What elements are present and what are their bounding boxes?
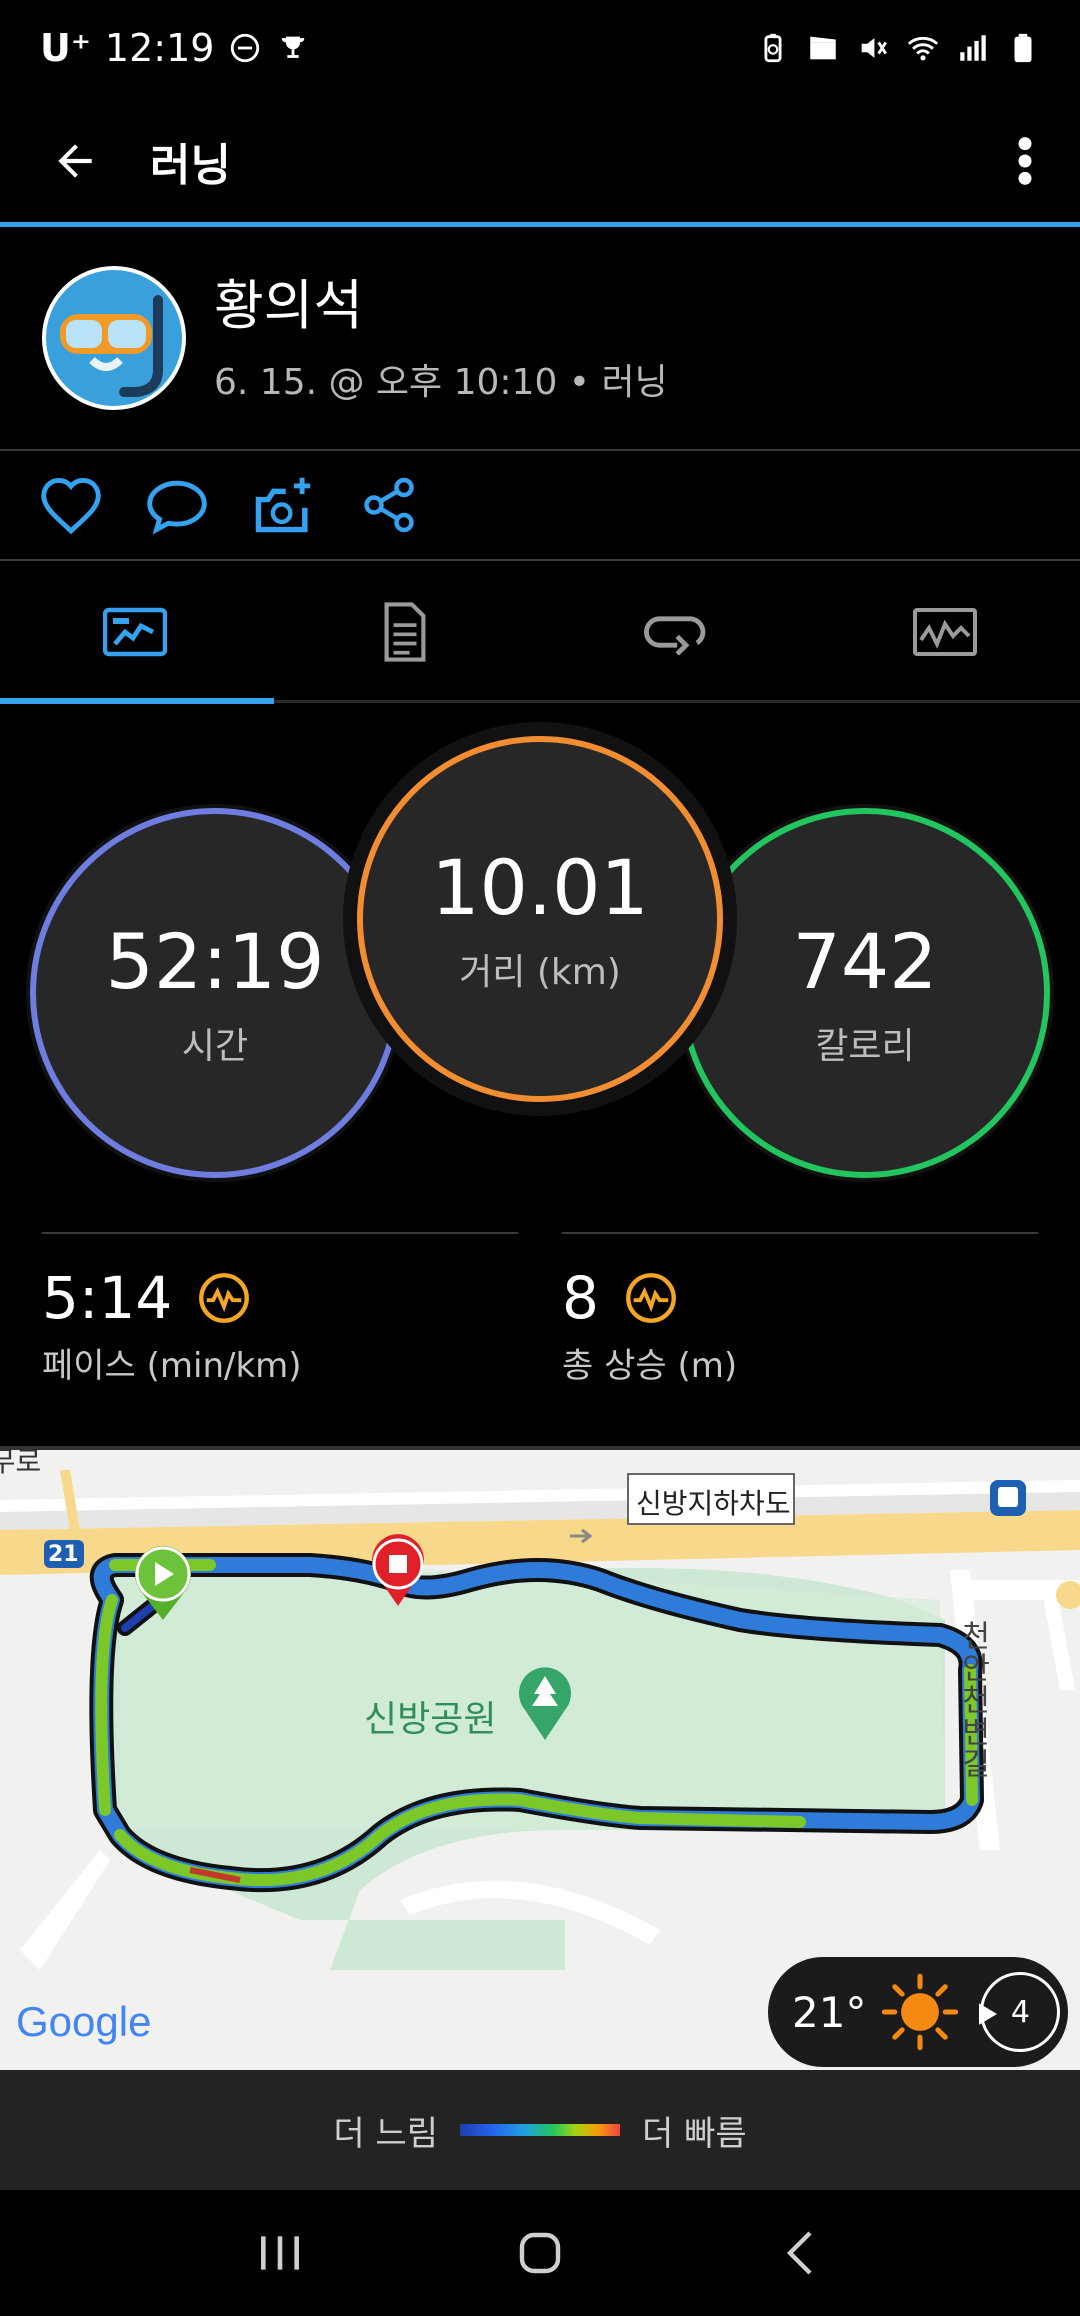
status-bar: U⁺ 12:19 [0, 0, 1080, 96]
clock: 12:19 [104, 26, 215, 70]
time-label: 시간 [181, 1026, 249, 1067]
home-icon [519, 2232, 561, 2274]
more-vert-icon [1018, 137, 1032, 185]
trophy-icon [282, 36, 305, 58]
wind-direction-icon [979, 2003, 998, 2025]
tab-charts[interactable] [810, 563, 1080, 700]
pace-legend: 더 느림 더 빠름 [0, 2070, 1080, 2190]
pace-label: 페이스 (min/km) [42, 1346, 302, 1386]
share-button[interactable] [356, 472, 422, 538]
carrier-label: U⁺ [40, 26, 91, 70]
share-icon [364, 477, 414, 533]
chevron-left-icon [786, 2231, 812, 2275]
more-options-button[interactable] [970, 96, 1080, 226]
overview-map-icon [103, 607, 167, 656]
distance-value: 10.01 [431, 843, 649, 932]
do-not-disturb-icon [231, 33, 260, 63]
user-name[interactable]: 황의석 [214, 271, 668, 341]
signal-icon [960, 35, 986, 61]
legend-faster-label: 더 빠름 [642, 2113, 747, 2154]
recent-apps-button[interactable] [235, 2213, 325, 2293]
activity-header: 황의석 6. 15. @ 오후 10:10 • 러닝 [0, 227, 1080, 451]
back-button[interactable] [0, 96, 150, 226]
elevation-pulse-icon[interactable] [625, 1272, 677, 1324]
recents-icon [261, 2236, 299, 2270]
tab-bar [0, 563, 1080, 703]
calories-label: 칼로리 [815, 1026, 915, 1067]
time-circle: 52:19 시간 [30, 808, 400, 1178]
mute-icon [861, 38, 887, 58]
comment-button[interactable] [144, 472, 210, 538]
tab-overview[interactable] [0, 563, 270, 700]
clapper-icon [810, 36, 836, 60]
app-bar: 러닝 [0, 96, 1080, 226]
camera-add-icon [255, 477, 311, 533]
tab-laps[interactable] [540, 563, 810, 700]
action-row [0, 451, 1080, 561]
document-icon [384, 601, 426, 662]
map-label-route-number: 21 [48, 1542, 79, 1567]
map-label-park: 신방공원 [364, 1699, 497, 1740]
weather-badge[interactable]: 21° 4 [768, 1957, 1068, 2067]
map-label-top-left-road: 충무로 [0, 1446, 42, 1478]
add-photo-button[interactable] [250, 472, 316, 538]
wind-indicator: 4 [979, 1972, 1061, 2052]
comment-icon [147, 480, 207, 535]
tab-indicator [0, 698, 274, 704]
home-button[interactable] [495, 2213, 585, 2293]
temperature-value: 21° [792, 1987, 867, 2037]
pace-pulse-icon[interactable] [198, 1272, 250, 1324]
bus-stop-icon[interactable] [990, 1480, 1026, 1516]
calories-circle: 742 칼로리 [680, 808, 1050, 1178]
wind-speed-value: 4 [1010, 1994, 1030, 2030]
pace-gradient-bar [460, 2124, 620, 2136]
distance-circle: 10.01 거리 (km) [357, 736, 723, 1102]
heart-icon [41, 477, 101, 535]
elevation-label: 총 상승 (m) [562, 1346, 738, 1386]
activity-date: 6. 15. @ 오후 10:10 • 러닝 [214, 362, 668, 403]
snorkel-mask-icon [60, 295, 163, 397]
time-value: 52:19 [105, 917, 325, 1006]
arrow-left-icon [58, 144, 92, 178]
google-logo: Google [16, 1998, 152, 2045]
map-label-right-road: 천안천변길 [955, 1620, 990, 1780]
distance-label: 거리 (km) [459, 952, 621, 993]
page-title: 러닝 [150, 140, 231, 191]
wifi-icon [907, 36, 939, 61]
map-label-underpass: 신방지하차도 [636, 1487, 791, 1520]
battery-icon [1014, 33, 1032, 63]
elevation-value: 8 [562, 1264, 599, 1332]
battery-saver-icon [764, 33, 782, 63]
chart-icon [913, 607, 977, 656]
calories-value: 742 [792, 917, 938, 1006]
loop-icon [643, 615, 706, 655]
legend-slower-label: 더 느림 [333, 2113, 438, 2154]
pace-value: 5:14 [42, 1264, 173, 1332]
tab-details[interactable] [270, 563, 540, 700]
like-button[interactable] [38, 472, 104, 538]
back-nav-button[interactable] [755, 2213, 845, 2293]
avatar[interactable] [42, 266, 186, 410]
elevation-stat: 8 총 상승 (m) [562, 1232, 1038, 1387]
pace-stat: 5:14 페이스 (min/km) [42, 1232, 518, 1387]
sun-icon [882, 1973, 959, 2051]
system-nav-bar [0, 2190, 1080, 2316]
